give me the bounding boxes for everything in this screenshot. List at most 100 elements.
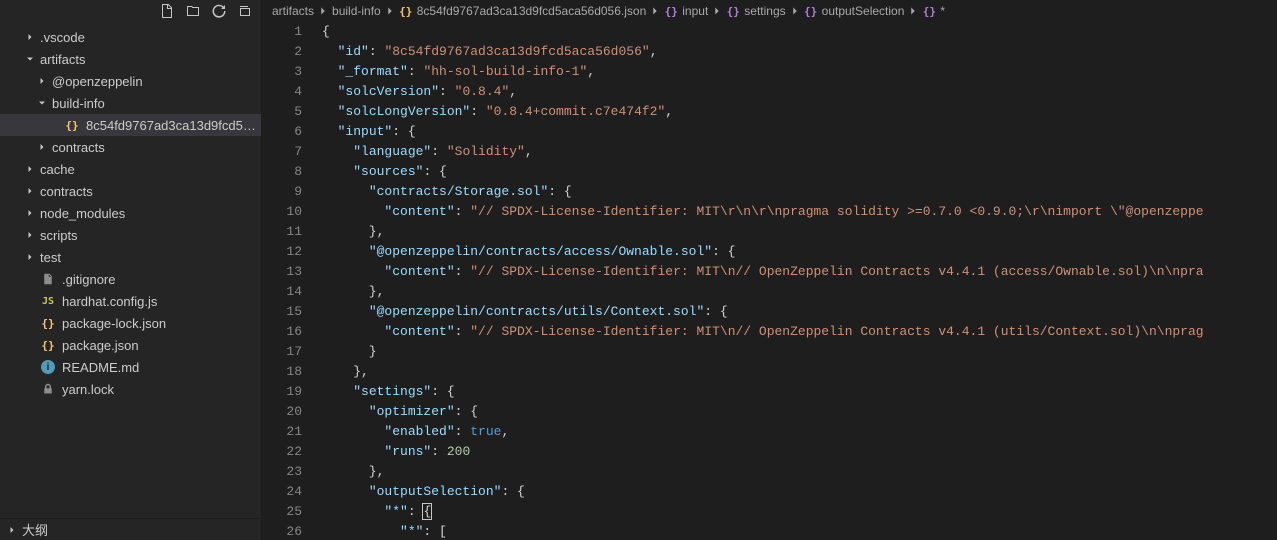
breadcrumb-item[interactable]: {}* <box>922 4 945 18</box>
tree-item-scripts[interactable]: scripts <box>0 224 261 246</box>
code-token: : { <box>455 404 478 419</box>
code-line[interactable]: "@openzeppelin/contracts/access/Ownable.… <box>322 242 1277 262</box>
code-line[interactable]: "optimizer": { <box>322 402 1277 422</box>
line-number: 17 <box>262 342 302 362</box>
outline-section[interactable]: 大纲 <box>0 518 261 540</box>
code-line[interactable]: "settings": { <box>322 382 1277 402</box>
code-token <box>322 244 369 259</box>
code-token <box>322 384 353 399</box>
tree-item-8c54fd9767ad3ca13d9fcd5aca56---[interactable]: {}8c54fd9767ad3ca13d9fcd5aca56... <box>0 114 261 136</box>
code-line[interactable]: }, <box>322 462 1277 482</box>
code-line[interactable]: "@openzeppelin/contracts/utils/Context.s… <box>322 302 1277 322</box>
breadcrumb-item[interactable]: build-info <box>332 4 381 18</box>
code-line[interactable]: "enabled": true, <box>322 422 1277 442</box>
code-token: } <box>322 344 377 359</box>
line-number: 3 <box>262 62 302 82</box>
code-line[interactable]: "solcLongVersion": "0.8.4+commit.c7e474f… <box>322 102 1277 122</box>
new-file-icon[interactable] <box>159 3 175 19</box>
tree-item-package-json[interactable]: {}package.json <box>0 334 261 356</box>
new-folder-icon[interactable] <box>185 3 201 19</box>
code-line[interactable]: } <box>322 342 1277 362</box>
tree-item--openzeppelin[interactable]: @openzeppelin <box>0 70 261 92</box>
tree-item-build-info[interactable]: build-info <box>0 92 261 114</box>
code-line[interactable]: "*": { <box>322 502 1277 522</box>
chevron-right-icon[interactable] <box>22 227 38 243</box>
tree-item-cache[interactable]: cache <box>0 158 261 180</box>
line-number: 8 <box>262 162 302 182</box>
code-token: : { <box>548 184 571 199</box>
code-token: : <box>408 504 424 519</box>
code-token <box>322 64 338 79</box>
object-icon: {} <box>804 4 818 18</box>
tree-item-label: 8c54fd9767ad3ca13d9fcd5aca56... <box>86 118 261 133</box>
refresh-icon[interactable] <box>211 3 227 19</box>
code-token: "id" <box>338 44 369 59</box>
breadcrumb-item[interactable]: {}settings <box>726 4 785 18</box>
tree-item-node-modules[interactable]: node_modules <box>0 202 261 224</box>
tree-item-contracts[interactable]: contracts <box>0 136 261 158</box>
code-editor[interactable]: 1234567891011121314151617181920212223242… <box>262 22 1277 540</box>
code-token <box>322 524 400 539</box>
code-token <box>322 304 369 319</box>
chevron-right-icon[interactable] <box>34 73 50 89</box>
collapse-all-icon[interactable] <box>237 3 253 19</box>
breadcrumb-item[interactable]: {}input <box>664 4 708 18</box>
chevron-right-icon[interactable] <box>22 205 38 221</box>
tree-item-label: node_modules <box>40 206 125 221</box>
code-line[interactable]: "content": "// SPDX-License-Identifier: … <box>322 322 1277 342</box>
chevron-down-icon[interactable] <box>34 95 50 111</box>
tree-item-yarn-lock[interactable]: yarn.lock <box>0 378 261 400</box>
breadcrumb-item[interactable]: {}8c54fd9767ad3ca13d9fcd5aca56d056.json <box>399 4 647 18</box>
chevron-right-icon[interactable] <box>22 161 38 177</box>
code-line[interactable]: }, <box>322 362 1277 382</box>
tree-item-contracts[interactable]: contracts <box>0 180 261 202</box>
code-token: : { <box>431 384 454 399</box>
code-content[interactable]: { "id": "8c54fd9767ad3ca13d9fcd5aca56d05… <box>322 22 1277 540</box>
tree-item-label: package.json <box>62 338 139 353</box>
breadcrumb-item[interactable]: {}outputSelection <box>804 4 905 18</box>
tree-item--gitignore[interactable]: .gitignore <box>0 268 261 290</box>
tree-item-readme-md[interactable]: iREADME.md <box>0 356 261 378</box>
code-token: }, <box>322 284 384 299</box>
code-line[interactable]: "runs": 200 <box>322 442 1277 462</box>
code-line[interactable]: "outputSelection": { <box>322 482 1277 502</box>
code-line[interactable]: "input": { <box>322 122 1277 142</box>
lock-file-icon <box>40 381 56 397</box>
tree-item-hardhat-config-js[interactable]: JShardhat.config.js <box>0 290 261 312</box>
code-token: : { <box>423 164 446 179</box>
breadcrumbs[interactable]: artifacts build-info {}8c54fd9767ad3ca13d9… <box>262 0 1277 22</box>
code-line[interactable]: "sources": { <box>322 162 1277 182</box>
tree-item-label: README.md <box>62 360 139 375</box>
code-line[interactable]: "content": "// SPDX-License-Identifier: … <box>322 262 1277 282</box>
chevron-right-icon[interactable] <box>22 29 38 45</box>
code-line[interactable]: }, <box>322 222 1277 242</box>
code-line[interactable]: { <box>322 22 1277 42</box>
line-number: 4 <box>262 82 302 102</box>
code-token: "settings" <box>353 384 431 399</box>
code-line[interactable]: "content": "// SPDX-License-Identifier: … <box>322 202 1277 222</box>
code-line[interactable]: "id": "8c54fd9767ad3ca13d9fcd5aca56d056"… <box>322 42 1277 62</box>
chevron-down-icon[interactable] <box>22 51 38 67</box>
code-line[interactable]: "language": "Solidity", <box>322 142 1277 162</box>
chevron-right-icon[interactable] <box>34 139 50 155</box>
tree-item-test[interactable]: test <box>0 246 261 268</box>
file-tree[interactable]: .vscodeartifacts@openzeppelinbuild-info{… <box>0 22 261 518</box>
code-line[interactable]: "solcVersion": "0.8.4", <box>322 82 1277 102</box>
breadcrumb-label: build-info <box>332 4 381 18</box>
code-token: "sources" <box>353 164 423 179</box>
code-token: "content" <box>384 204 454 219</box>
chevron-right-icon[interactable] <box>22 249 38 265</box>
object-icon: {} <box>726 4 740 18</box>
tree-item--vscode[interactable]: .vscode <box>0 26 261 48</box>
code-token: }, <box>322 224 384 239</box>
code-line[interactable]: }, <box>322 282 1277 302</box>
code-token: "Solidity" <box>447 144 525 159</box>
chevron-right-icon[interactable] <box>22 183 38 199</box>
breadcrumb-item[interactable]: artifacts <box>272 4 314 18</box>
code-line[interactable]: "_format": "hh-sol-build-info-1", <box>322 62 1277 82</box>
tree-item-artifacts[interactable]: artifacts <box>0 48 261 70</box>
code-token: "outputSelection" <box>369 484 502 499</box>
code-line[interactable]: "contracts/Storage.sol": { <box>322 182 1277 202</box>
code-line[interactable]: "*": [ <box>322 522 1277 540</box>
tree-item-package-lock-json[interactable]: {}package-lock.json <box>0 312 261 334</box>
